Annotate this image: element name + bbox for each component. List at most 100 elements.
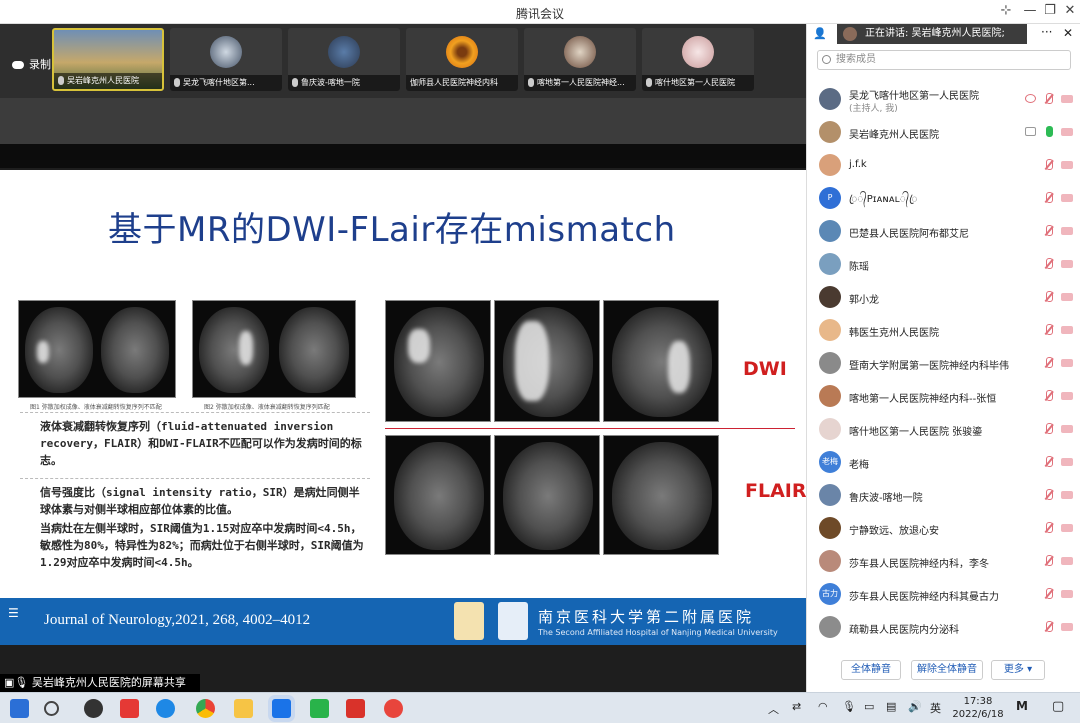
camera-off-icon[interactable] (1061, 161, 1073, 169)
video-thumbnail[interactable]: 吴岩峰克州人民医院 (52, 28, 164, 91)
member-row[interactable]: 莎车县人民医院神经内科，李冬 (807, 546, 1080, 579)
mic-muted-icon[interactable] (1043, 258, 1053, 271)
member-name: 莎车县人民医院神经内科，李冬 (849, 559, 989, 570)
mic-muted-icon[interactable] (1043, 456, 1053, 469)
member-search-input[interactable]: 搜索成员 (817, 50, 1071, 70)
app-icon[interactable] (384, 699, 403, 718)
wps-icon[interactable] (346, 699, 365, 718)
search-icon[interactable] (44, 701, 59, 716)
mic-on-icon[interactable] (1043, 126, 1053, 139)
member-row[interactable]: Pꦿ᭄Pɪᴀɴᴀʟ᭄ꦿ (807, 183, 1080, 216)
video-thumbnail[interactable]: 鲁庆波-喀地一院 (288, 28, 400, 91)
panel-header: 👤 正在讲话: 吴岩峰克州人民医院; ··· ✕ (807, 24, 1080, 44)
tray-chevron-icon[interactable]: ︿ (768, 701, 779, 717)
member-row[interactable]: 古力 莎车县人民医院神经内科其曼古力 (807, 579, 1080, 612)
camera-off-icon[interactable] (1061, 260, 1073, 268)
camera-off-icon[interactable] (1061, 590, 1073, 598)
mic-muted-icon[interactable] (1043, 423, 1053, 436)
camera-off-icon[interactable] (1061, 491, 1073, 499)
notification-icon[interactable]: ▢ (1052, 699, 1064, 714)
member-row[interactable]: 韩医生克州人民医院 (807, 315, 1080, 348)
camera-off-icon[interactable] (1061, 623, 1073, 631)
app-icon[interactable] (84, 699, 103, 718)
clock-date: 2022/6/18 (952, 709, 1004, 720)
member-row[interactable]: 郭小龙 (807, 282, 1080, 315)
camera-off-icon[interactable] (1061, 326, 1073, 334)
member-row[interactable]: j.f.k (807, 150, 1080, 183)
wifi-icon[interactable]: ◠ (818, 700, 828, 713)
menu-icon[interactable]: ☰ (8, 606, 19, 620)
close-panel-icon[interactable]: ✕ (1063, 26, 1073, 40)
camera-off-icon[interactable] (1061, 458, 1073, 466)
member-panel: 👤 正在讲话: 吴岩峰克州人民医院; ··· ✕ 搜索成员 吴龙飞喀什地区第一人… (806, 24, 1080, 692)
app-icon[interactable] (120, 699, 139, 718)
mic-muted-icon[interactable] (1043, 357, 1053, 370)
avatar: 老梅 (819, 451, 841, 473)
screen-share-banner[interactable]: ▣🎙 吴岩峰克州人民医院的屏幕共享 (0, 674, 200, 692)
mic-muted-icon[interactable] (1043, 621, 1053, 634)
mic-muted-icon[interactable] (1043, 588, 1053, 601)
member-row[interactable]: 鲁庆波-喀地一院 (807, 480, 1080, 513)
member-name: 喀什地区第一人民医院 张骏鎏 (849, 427, 983, 438)
pin-icon[interactable]: ⊹ (994, 3, 1018, 18)
mic-muted-icon[interactable] (1043, 390, 1053, 403)
member-row[interactable]: 暨南大学附属第一医院神经内科毕伟 (807, 348, 1080, 381)
close-button[interactable]: ✕ (1058, 3, 1080, 18)
tencent-meeting-icon[interactable] (272, 699, 291, 718)
edge-icon[interactable] (156, 699, 175, 718)
member-row[interactable]: 喀什地区第一人民医院 张骏鎏 (807, 414, 1080, 447)
video-thumbnail[interactable]: 喀地第一人民医院神经... (524, 28, 636, 91)
mic-muted-icon[interactable] (1043, 489, 1053, 502)
ime-icon[interactable]: 英 (930, 700, 941, 716)
member-row[interactable]: 喀地第一人民医院神经内科--张恒 (807, 381, 1080, 414)
camera-off-icon[interactable] (1061, 194, 1073, 202)
camera-off-icon[interactable] (1061, 293, 1073, 301)
video-thumbnail[interactable]: 伽师县人民医院神经内科 (406, 28, 518, 91)
app-tray-icon[interactable]: M (1016, 699, 1028, 713)
mic-muted-icon[interactable] (1043, 522, 1053, 535)
camera-off-icon[interactable] (1061, 392, 1073, 400)
mic-tray-icon[interactable]: 🎙 (842, 700, 856, 713)
member-row[interactable]: 疏勒县人民医院内分泌科 (807, 612, 1080, 645)
volume-icon[interactable]: 🔊 (908, 700, 922, 713)
camera-off-icon[interactable] (1061, 95, 1073, 103)
chrome-icon[interactable] (196, 699, 215, 718)
battery-icon[interactable]: ▭ (864, 700, 874, 713)
windows-start-icon[interactable] (10, 699, 29, 718)
mic-muted-icon[interactable] (1043, 159, 1053, 172)
camera-off-icon[interactable] (1061, 128, 1073, 136)
member-row[interactable]: 吴龙飞喀什地区第一人民医院 (主持人, 我) (807, 84, 1080, 117)
camera-off-icon[interactable] (1061, 524, 1073, 532)
member-row[interactable]: 吴岩峰克州人民医院 (807, 117, 1080, 150)
more-options-icon[interactable]: ··· (1041, 25, 1052, 39)
camera-off-icon[interactable] (1061, 557, 1073, 565)
more-button[interactable]: 更多 ▾ (991, 660, 1045, 680)
mic-muted-icon[interactable] (1043, 555, 1053, 568)
tray-icon[interactable]: ⇄ (792, 700, 801, 713)
file-explorer-icon[interactable] (234, 699, 253, 718)
mic-muted-icon[interactable] (1043, 324, 1053, 337)
unmute-all-button[interactable]: 解除全体静音 (911, 660, 983, 680)
mute-all-button[interactable]: 全体静音 (841, 660, 901, 680)
wechat-icon[interactable] (310, 699, 329, 718)
network-icon[interactable]: ▤ (886, 700, 896, 713)
member-row[interactable]: 巴楚县人民医院阿布都艾尼 (807, 216, 1080, 249)
mic-muted-icon[interactable] (1043, 192, 1053, 205)
figure-caption: 图1 弥散加权成像、液体衰减翻转恢复序列不匹配 (30, 404, 162, 411)
video-thumbnail[interactable]: 吴龙飞喀什地区第... (170, 28, 282, 91)
camera-off-icon[interactable] (1061, 227, 1073, 235)
mic-icon (646, 78, 652, 87)
camera-off-icon[interactable] (1061, 359, 1073, 367)
flair-scan-a (385, 435, 491, 555)
video-thumbnail[interactable]: 喀什地区第一人民医院 (642, 28, 754, 91)
member-row[interactable]: 宁静致远、放退心安 (807, 513, 1080, 546)
camera-off-icon[interactable] (1061, 425, 1073, 433)
video-background (0, 144, 806, 168)
mic-muted-icon[interactable] (1043, 291, 1053, 304)
member-row[interactable]: 陈瑶 (807, 249, 1080, 282)
mic-muted-icon[interactable] (1043, 225, 1053, 238)
member-row[interactable]: 老梅 老梅 (807, 447, 1080, 480)
avatar (819, 484, 841, 506)
system-clock[interactable]: 17:38 2022/6/18 (948, 695, 1008, 721)
mic-muted-icon[interactable] (1043, 93, 1053, 106)
